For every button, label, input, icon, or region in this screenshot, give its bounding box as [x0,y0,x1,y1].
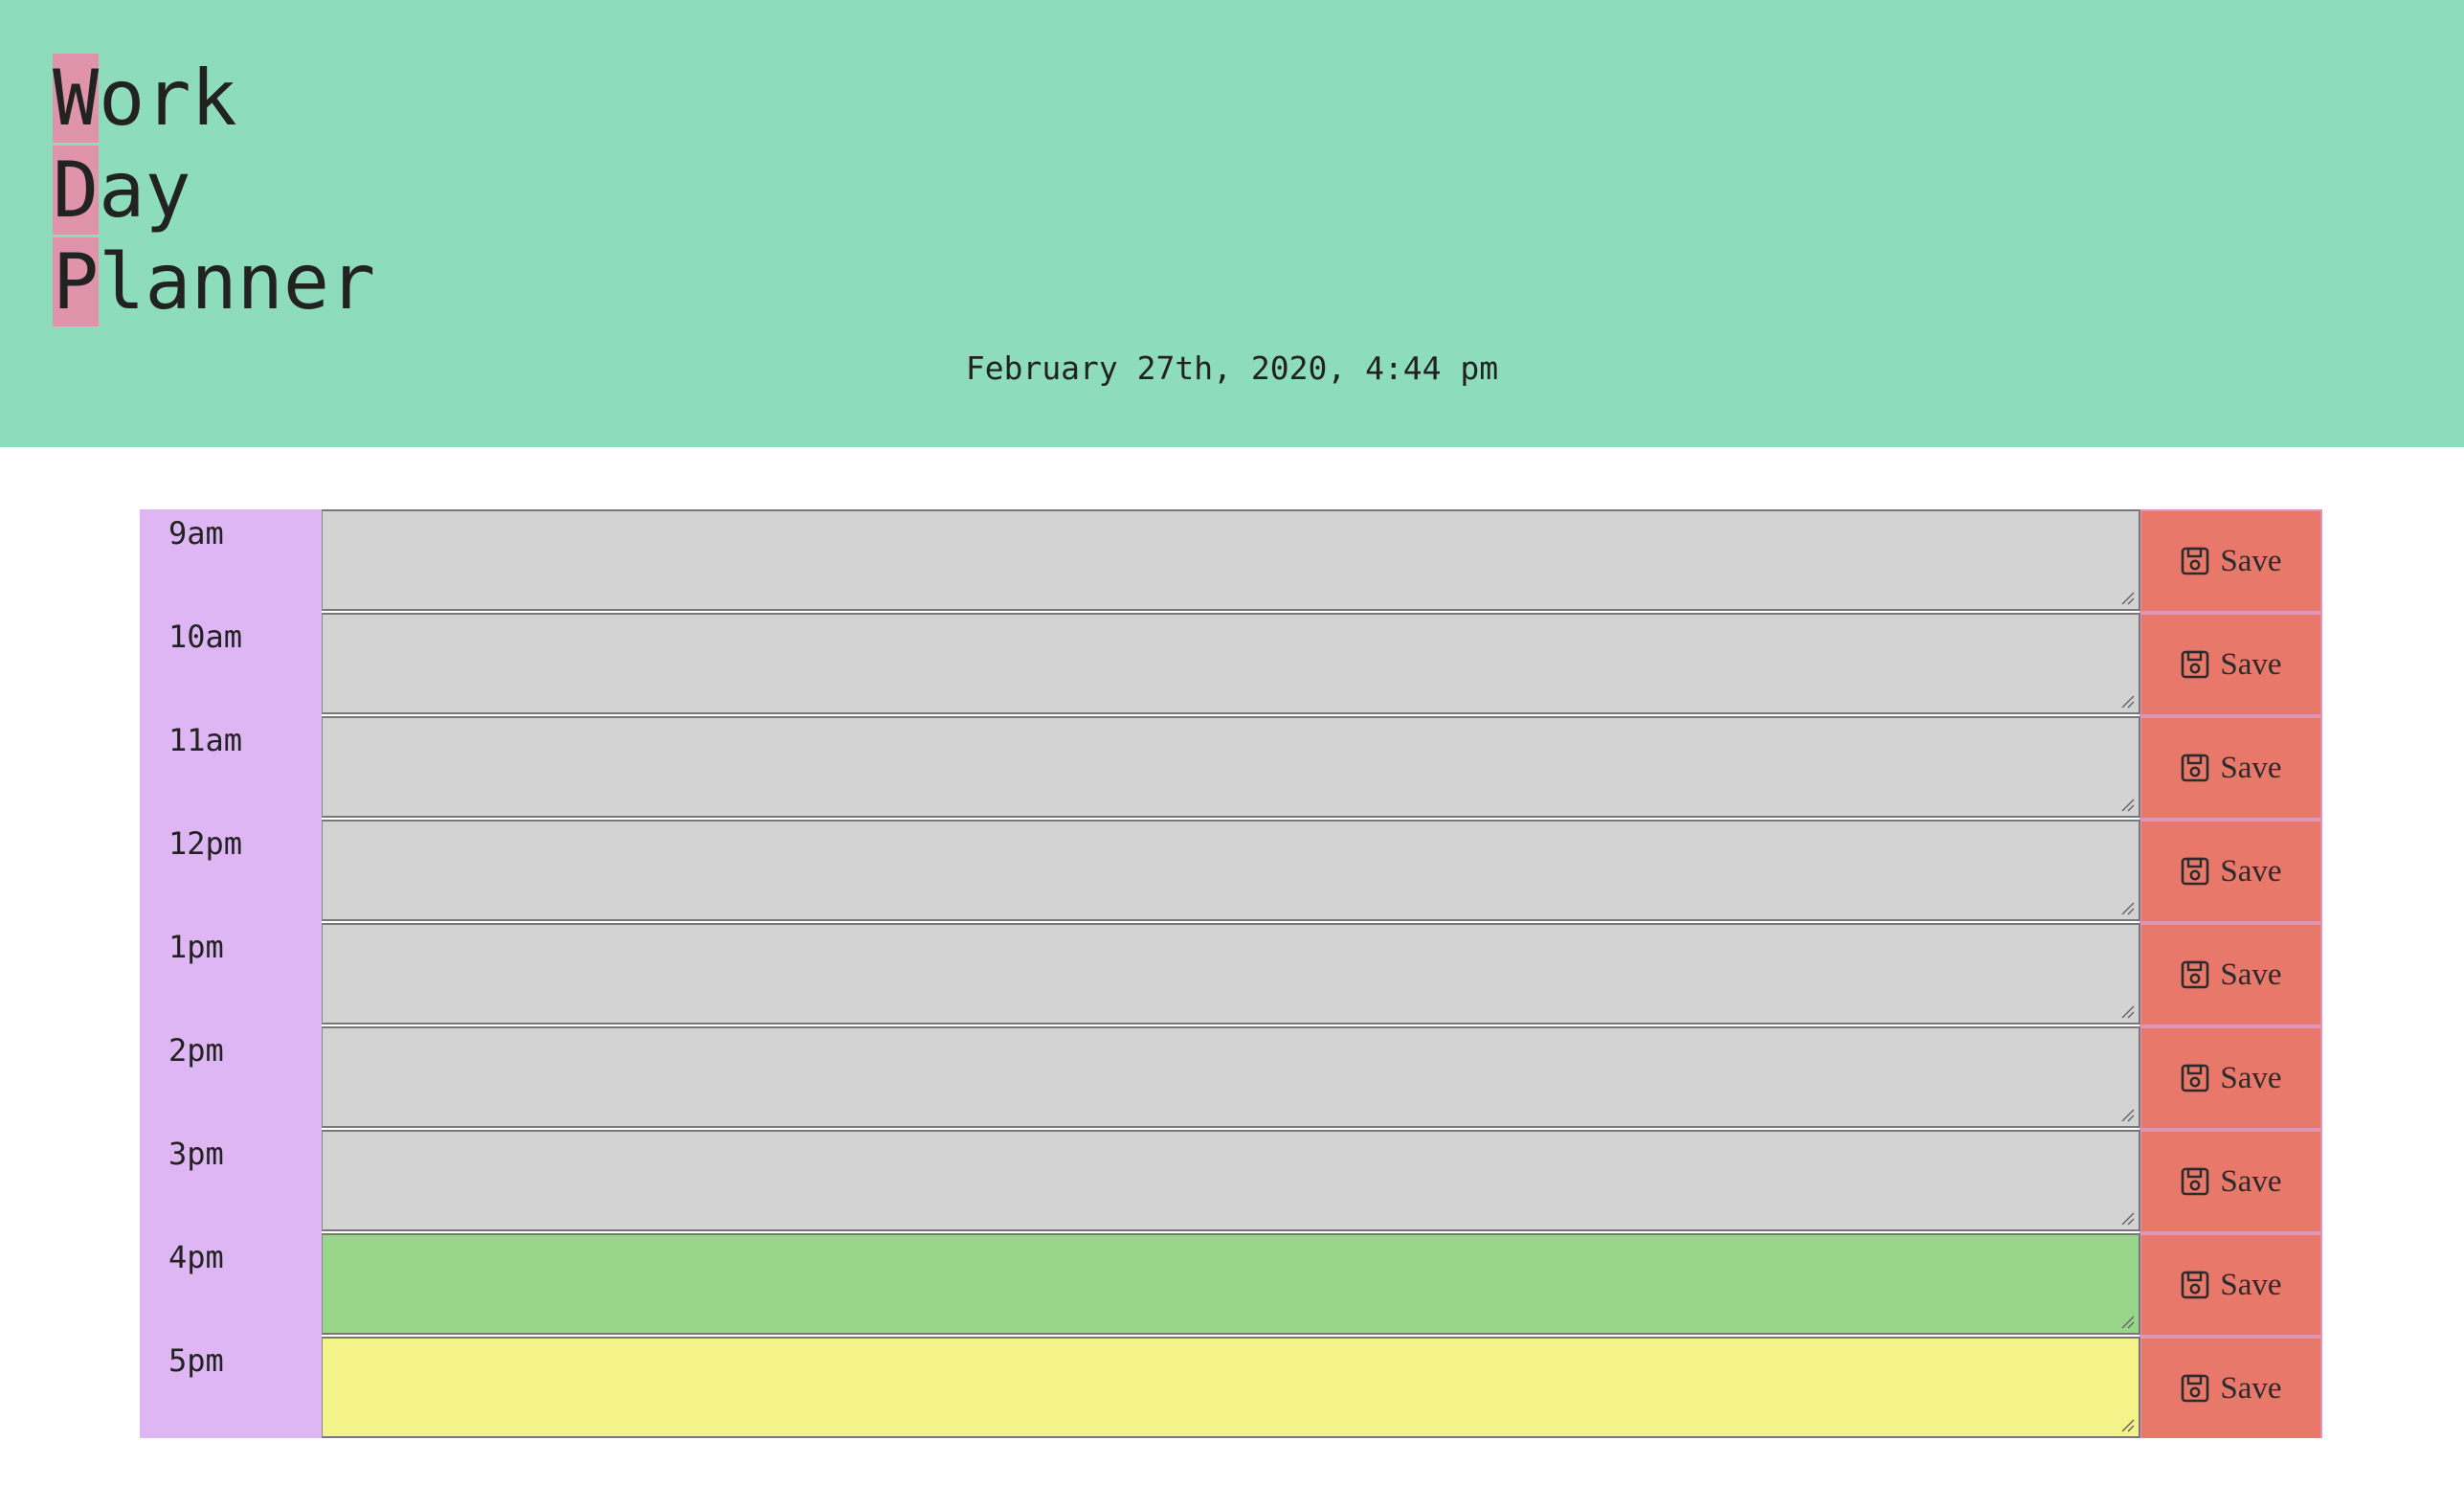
title-line: Planner [53,236,375,328]
floppy-disk-icon [2182,1167,2209,1196]
save-button[interactable]: Save [2141,511,2320,611]
save-button[interactable]: Save [2141,1339,2320,1438]
time-block-row: 1pm Save [140,923,2322,1026]
event-textarea-11am[interactable] [322,716,2140,818]
hour-label: 4pm [168,1239,224,1275]
floppy-disk-icon [2182,547,2209,575]
event-textarea-5pm[interactable] [322,1337,2140,1438]
title-rest: ay [99,146,191,235]
page-title: Work Day Planner [53,53,375,328]
floppy-disk-icon [2182,1064,2209,1092]
resize-handle-icon[interactable] [2119,693,2135,709]
title-line: Day [53,145,375,236]
save-button[interactable]: Save [2141,925,2320,1024]
hour-label: 9am [168,515,224,552]
event-textarea-2pm[interactable] [322,1026,2140,1128]
current-date: February 27th, 2020, 4:44 pm [965,349,1499,387]
event-textarea-3pm[interactable] [322,1130,2140,1231]
resize-handle-icon[interactable] [2119,797,2135,812]
event-textarea-10am[interactable] [322,613,2140,714]
event-textarea-1pm[interactable] [322,923,2140,1024]
hour-label: 11am [168,722,243,758]
time-block-row: 10am Save [140,613,2322,716]
save-button[interactable]: Save [2141,1235,2320,1335]
time-block-row: 11am Save [140,716,2322,820]
save-button[interactable]: Save [2141,822,2320,921]
resize-handle-icon[interactable] [2119,1314,2135,1329]
time-block-row: 3pm Save [140,1130,2322,1233]
time-block-row: 9am Save [140,509,2322,613]
resize-handle-icon[interactable] [2119,1210,2135,1226]
hour-label: 1pm [168,929,224,965]
floppy-disk-icon [2182,1374,2209,1403]
hour-label: 3pm [168,1136,224,1172]
planner-container: 9am Save 10am Save 11am Save 12pm Save 1pm Save 2p… [140,509,2322,1438]
time-block-row: 4pm Save [140,1233,2322,1337]
save-button[interactable]: Save [2141,615,2320,714]
event-textarea-4pm[interactable] [322,1233,2140,1335]
event-textarea-9am[interactable] [322,509,2140,611]
save-button-label: Save [2220,646,2282,682]
save-button-label: Save [2220,1060,2282,1095]
time-block-row: 5pm Save [140,1337,2322,1440]
floppy-disk-icon [2182,857,2209,886]
hour-label: 5pm [168,1342,224,1379]
save-button-label: Save [2220,957,2282,992]
floppy-disk-icon [2182,1271,2209,1299]
title-rest: lanner [99,237,376,326]
time-block-row: 12pm Save [140,820,2322,923]
save-button-label: Save [2220,1370,2282,1406]
title-initial: D [53,146,100,235]
floppy-disk-icon [2182,960,2209,989]
save-button[interactable]: Save [2141,1132,2320,1231]
title-initial: P [53,237,100,326]
page-header: Work Day Planner February 27th, 2020, 4:… [0,0,2464,447]
save-button[interactable]: Save [2141,1028,2320,1128]
resize-handle-icon[interactable] [2119,1107,2135,1122]
hour-label: 2pm [168,1032,224,1069]
time-block-row: 2pm Save [140,1026,2322,1130]
resize-handle-icon[interactable] [2119,1003,2135,1019]
save-button-label: Save [2220,543,2282,578]
title-initial: W [53,54,100,143]
title-rest: ork [99,54,237,143]
save-button-label: Save [2220,1163,2282,1199]
hour-label: 10am [168,619,243,655]
resize-handle-icon[interactable] [2119,590,2135,605]
title-line: Work [53,53,375,145]
save-button-label: Save [2220,1267,2282,1302]
save-button-label: Save [2220,853,2282,889]
save-button-label: Save [2220,750,2282,785]
floppy-disk-icon [2182,754,2209,782]
hour-label: 12pm [168,825,243,862]
save-button[interactable]: Save [2141,718,2320,818]
floppy-disk-icon [2182,650,2209,679]
resize-handle-icon[interactable] [2119,900,2135,915]
event-textarea-12pm[interactable] [322,820,2140,921]
resize-handle-icon[interactable] [2119,1417,2135,1432]
